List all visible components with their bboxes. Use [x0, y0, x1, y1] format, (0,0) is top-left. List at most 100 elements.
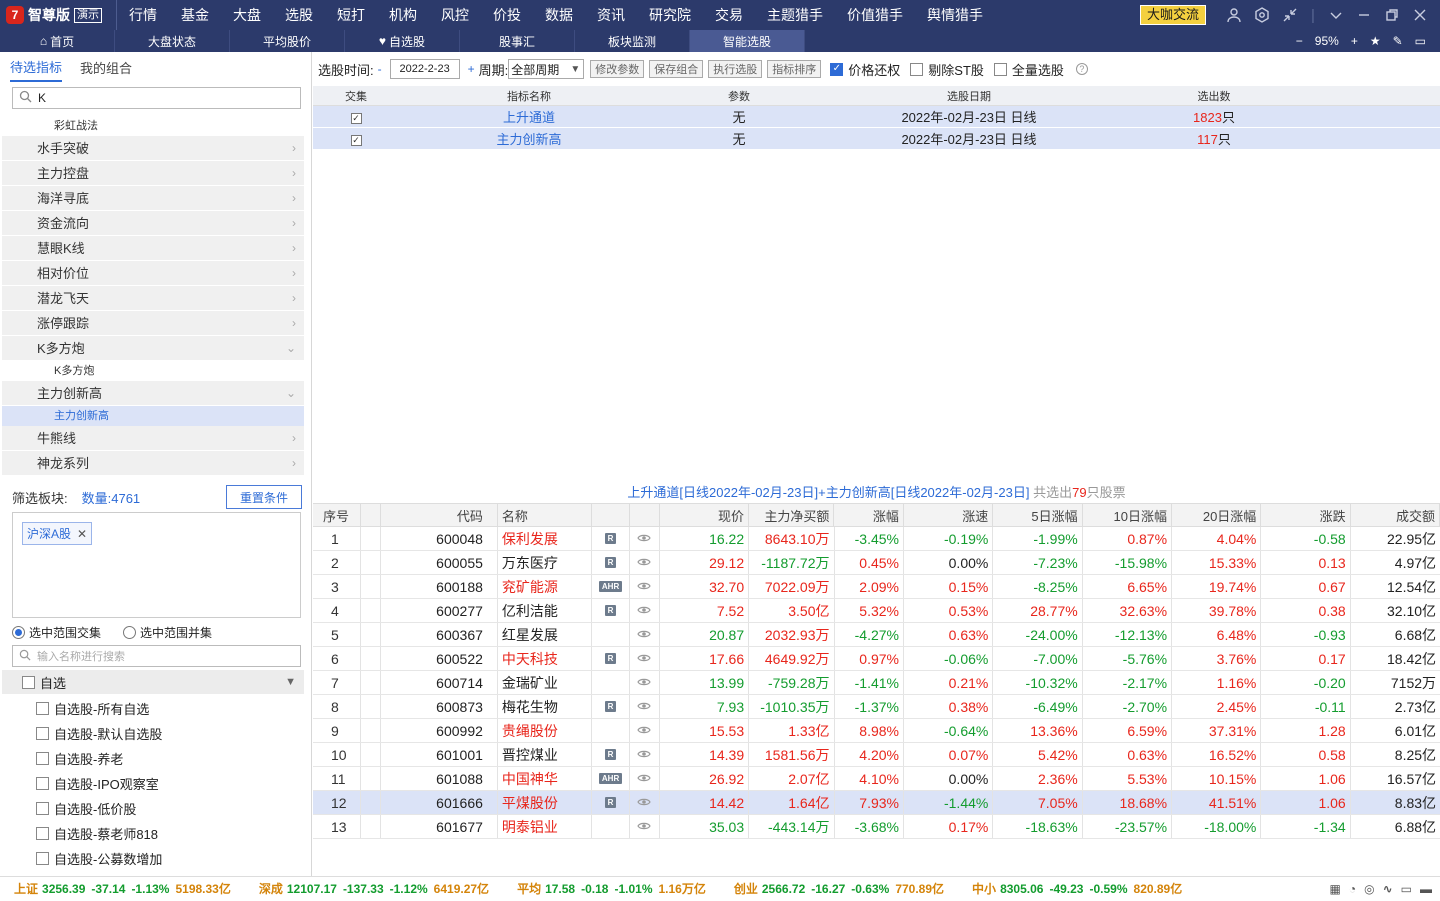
table-row[interactable]: 9 600992 贵绳股份 15.53 1.33亿 8.98% -0.64% 13.36% 6.…: [313, 719, 1440, 743]
table-row[interactable]: 8 600873 梅花生物 R 7.93 -1010.35万 -1.37% 0.38% -6.4…: [313, 695, 1440, 719]
index-ticker[interactable]: 平均 17.58 -0.18 -1.01% 1.16万亿: [517, 880, 706, 897]
menu-item-0[interactable]: 行情: [117, 0, 169, 30]
monitor-icon[interactable]: ▬: [1420, 882, 1432, 896]
page-tab-0[interactable]: ⌂ 首页: [0, 30, 115, 52]
indicator-row[interactable]: ✓ 上升通道 无 2022年-02月-23日 日线 1823只: [313, 106, 1440, 128]
indicator-search-input[interactable]: K: [12, 87, 301, 109]
edit-icon[interactable]: ✎: [1393, 34, 1403, 48]
stock-name[interactable]: 明泰铝业: [498, 815, 593, 838]
col-turnover[interactable]: 成交额: [1351, 504, 1440, 526]
date-prev-button[interactable]: -: [378, 62, 382, 76]
indicator-category[interactable]: 潜龙飞天 ›: [2, 286, 304, 311]
indicator-name[interactable]: 上升通道: [399, 107, 659, 126]
col-20d[interactable]: 20日涨幅: [1172, 504, 1262, 526]
watchlist-checkbox[interactable]: [36, 702, 49, 715]
indicator-category[interactable]: 神龙系列 ›: [2, 451, 304, 476]
radio-intersect[interactable]: [12, 626, 25, 639]
table-row[interactable]: 11 601088 中国神华 AHR 26.92 2.07亿 4.10% 0.00% 2.36%…: [313, 767, 1440, 791]
watchlist-checkbox[interactable]: [36, 802, 49, 815]
indicator-category[interactable]: 相对价位 ›: [2, 261, 304, 286]
menu-item-13[interactable]: 价值猎手: [835, 0, 915, 30]
stock-name[interactable]: 平煤股份: [498, 791, 593, 814]
trend-icon[interactable]: ∿: [1383, 882, 1393, 896]
stock-name[interactable]: 贵绳股份: [498, 719, 593, 742]
page-tab-5[interactable]: 板块监测: [575, 30, 690, 52]
menu-item-3[interactable]: 选股: [273, 0, 325, 30]
zoom-in-button[interactable]: +: [1351, 34, 1358, 48]
menu-item-2[interactable]: 大盘: [221, 0, 273, 30]
tab-my-combos[interactable]: 我的组合: [80, 58, 132, 81]
collapse-triangle-icon[interactable]: ▼: [285, 676, 296, 688]
menu-item-12[interactable]: 主题猎手: [755, 0, 835, 30]
watchlist-item[interactable]: 自选股-公募数增加: [36, 846, 306, 871]
menu-item-11[interactable]: 交易: [703, 0, 755, 30]
eye-icon[interactable]: [637, 675, 652, 690]
page-tab-2[interactable]: 平均股价: [230, 30, 345, 52]
col-5d[interactable]: 5日涨幅: [993, 504, 1083, 526]
page-tab-6[interactable]: 智能选股: [690, 30, 805, 52]
watchlist-item[interactable]: 自选股-默认自选股: [36, 721, 306, 746]
stock-name[interactable]: 晋控煤业: [498, 743, 593, 766]
page-tab-1[interactable]: 大盘状态: [115, 30, 230, 52]
menu-item-6[interactable]: 风控: [429, 0, 481, 30]
page-tab-4[interactable]: 股事汇: [460, 30, 575, 52]
eye-icon[interactable]: [637, 747, 652, 762]
menu-item-5[interactable]: 机构: [377, 0, 429, 30]
indicator-category[interactable]: 资金流向 ›: [2, 211, 304, 236]
sector-search-input[interactable]: 输入名称进行搜索: [12, 645, 301, 667]
stock-code[interactable]: 600055: [381, 551, 498, 574]
eye-icon[interactable]: [637, 555, 652, 570]
page-tab-3[interactable]: ♥ 自选股: [345, 30, 460, 52]
table-row[interactable]: 4 600277 亿利洁能 R 7.52 3.50亿 5.32% 0.53% 28.77% 32.…: [313, 599, 1440, 623]
col-code[interactable]: 代码: [381, 504, 498, 526]
table-row[interactable]: 6 600522 中天科技 R 17.66 4649.92万 0.97% -0.06% -7.0…: [313, 647, 1440, 671]
indicator-category[interactable]: 主力控盘 ›: [2, 161, 304, 186]
stock-code[interactable]: 600367: [381, 623, 498, 646]
watchlist-checkbox[interactable]: [36, 827, 49, 840]
stock-code[interactable]: 601677: [381, 815, 498, 838]
intersect-checkbox[interactable]: ✓: [350, 135, 362, 146]
run-screen-button[interactable]: 执行选股: [708, 60, 763, 78]
index-ticker[interactable]: 深成 12107.17 -137.33 -1.12% 6419.27亿: [259, 880, 489, 897]
radio-union[interactable]: [123, 626, 137, 639]
indicator-category[interactable]: 牛熊线 ›: [2, 426, 304, 451]
indicator-category[interactable]: 涨停跟踪 ›: [2, 311, 304, 336]
watchlist-group-header[interactable]: 自选 ▼: [2, 670, 304, 694]
eye-icon[interactable]: [637, 531, 652, 546]
minimize-icon[interactable]: [1354, 5, 1374, 25]
menu-item-9[interactable]: 资讯: [585, 0, 637, 30]
layout-icon[interactable]: ▭: [1415, 34, 1426, 48]
group-checkbox[interactable]: [22, 675, 35, 689]
eye-icon[interactable]: [637, 579, 652, 594]
star-icon[interactable]: ★: [1370, 34, 1381, 48]
stock-name[interactable]: 中天科技: [498, 647, 593, 670]
date-input[interactable]: 2022-2-23: [389, 59, 460, 79]
table-row[interactable]: 2 600055 万东医疗 R 29.12 -1187.72万 0.45% 0.00% -7.2…: [313, 551, 1440, 575]
indicator-category[interactable]: 慧眼K线 ›: [2, 236, 304, 261]
modify-params-button[interactable]: 修改参数: [590, 60, 645, 78]
table-row[interactable]: 3 600188 兖矿能源 AHR 32.70 7022.09万 2.09% 0.15% -8.…: [313, 575, 1440, 599]
eye-icon[interactable]: [637, 795, 652, 810]
table-row[interactable]: 10 601001 晋控煤业 R 14.39 1581.56万 4.20% 0.07% 5.42…: [313, 743, 1440, 767]
exclude-st-checkbox[interactable]: 剔除ST股: [910, 60, 984, 79]
stock-name[interactable]: 万东医疗: [498, 551, 593, 574]
indicator-category[interactable]: 海洋寻底 ›: [2, 186, 304, 211]
chevron-down-icon[interactable]: [1326, 5, 1346, 25]
zoom-out-button[interactable]: −: [1296, 34, 1303, 48]
menu-item-8[interactable]: 数据: [533, 0, 585, 30]
stock-name[interactable]: 兖矿能源: [498, 575, 593, 598]
indicator-category[interactable]: K多方炮 ⌄: [2, 336, 304, 361]
target-icon[interactable]: ◎: [1364, 882, 1374, 896]
tab-candidate-indicators[interactable]: 待选指标: [10, 57, 63, 82]
stock-name[interactable]: 亿利洁能: [498, 599, 593, 622]
watchlist-item[interactable]: 自选股-蔡老师818: [36, 821, 306, 846]
index-ticker[interactable]: 创业 2566.72 -16.27 -0.63% 770.89亿: [734, 880, 944, 897]
watchlist-checkbox[interactable]: [36, 727, 49, 740]
col-10d[interactable]: 10日涨幅: [1083, 504, 1172, 526]
app-logo[interactable]: 7 智尊版 演示: [0, 0, 108, 30]
eye-icon[interactable]: [637, 771, 652, 786]
col-change[interactable]: 涨跌: [1261, 504, 1351, 526]
eye-icon[interactable]: [637, 723, 652, 738]
col-tag[interactable]: [592, 504, 630, 526]
index-ticker[interactable]: 上证 3256.39 -37.14 -1.13% 5198.33亿: [14, 880, 231, 897]
